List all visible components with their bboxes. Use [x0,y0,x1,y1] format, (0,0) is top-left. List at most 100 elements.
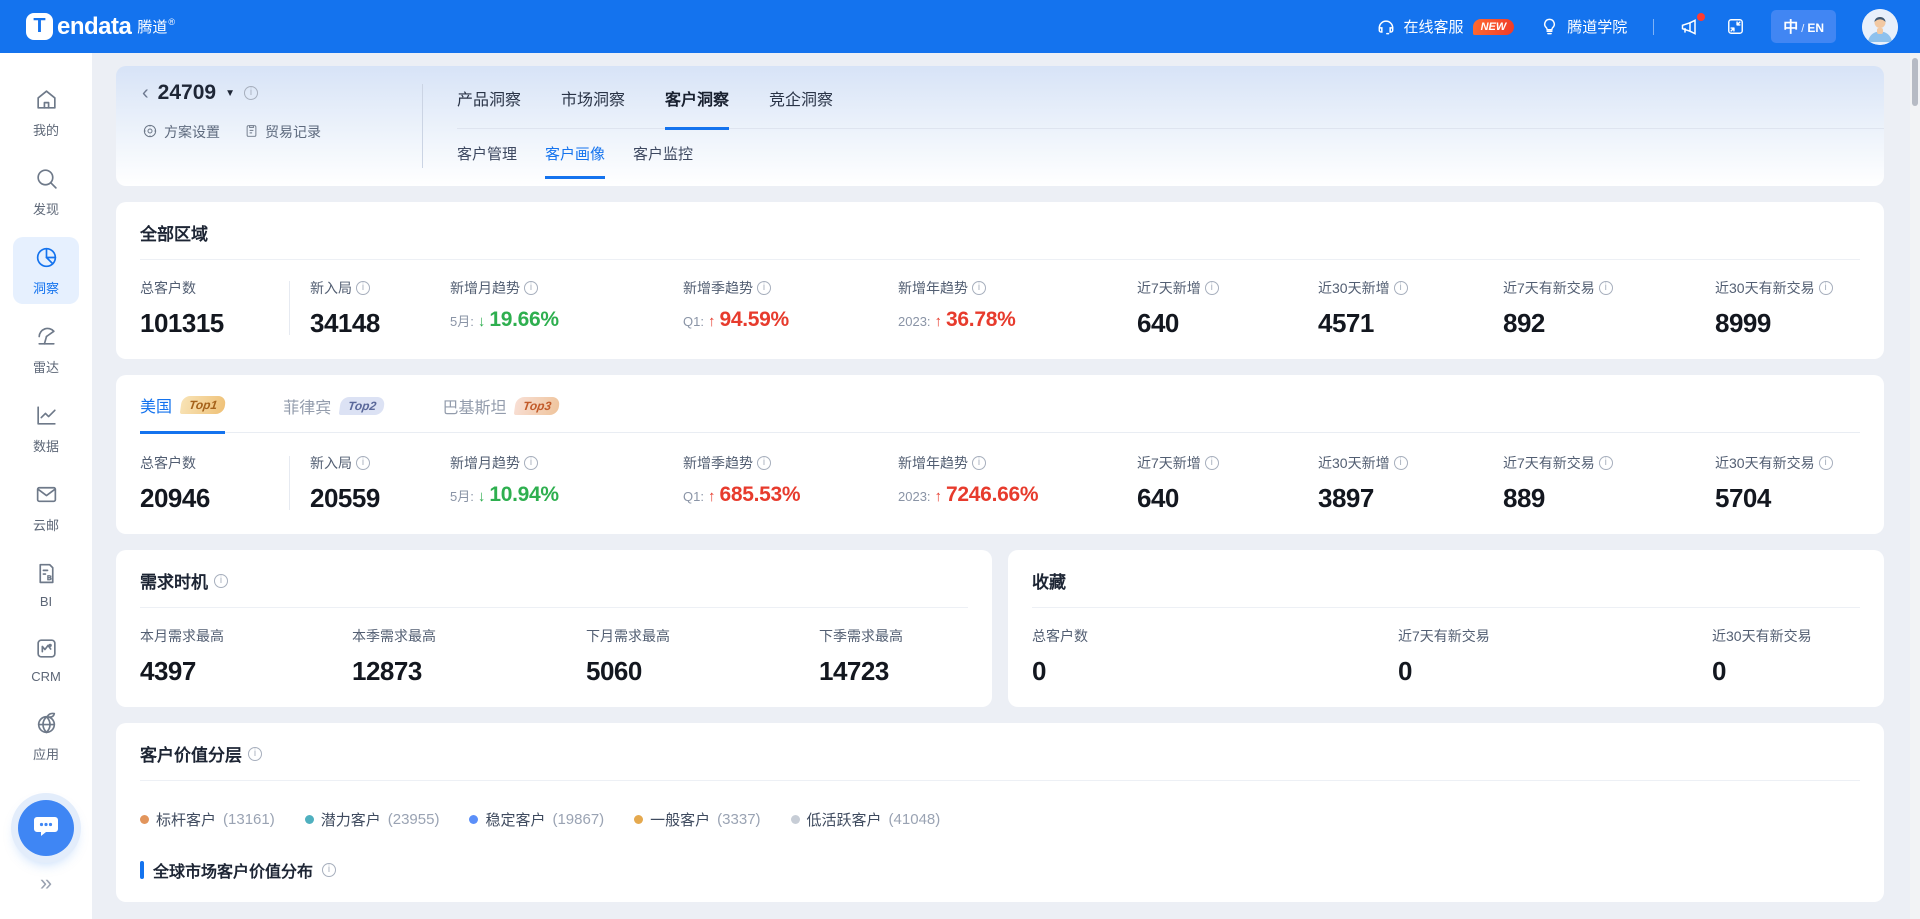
info-icon[interactable] [1394,456,1408,470]
legend-ordinary-customers[interactable]: 一般客户 (3337) [634,809,760,830]
legend-potential-customers[interactable]: 潜力客户 (23955) [305,809,440,830]
tab-market-insight[interactable]: 市场洞察 [561,86,625,128]
sidebar-item-label: 洞察 [33,278,59,297]
scheme-id[interactable]: 24709 [158,81,216,105]
sidebar-item-radar[interactable]: 雷达 [13,316,79,383]
sidebar-item-crm[interactable]: CRM [13,628,79,691]
info-icon[interactable] [757,456,771,470]
info-icon[interactable] [972,281,986,295]
mail-icon [34,482,59,510]
page-scrollbar[interactable] [1910,53,1920,919]
stat-new-entrants: 新入局 34148 [290,278,450,339]
sidebar-item-apps[interactable]: 应用 [13,703,79,770]
chat-bubble-icon [31,811,61,846]
sidebar-item-data[interactable]: 数据 [13,395,79,462]
main-content: ‹ 24709 ▼ 方案设置 贸易记录 [92,53,1910,919]
favorites-stats: 总客户数 0 近7天有新交易 0 近30天有新交易 0 [1032,626,1860,687]
stat-total-customers: 总客户数 101315 [140,278,290,339]
line-chart-icon [34,403,59,431]
tendata-logo[interactable]: T endata 腾道 ® [26,13,175,41]
subtab-customer-monitor[interactable]: 客户监控 [633,143,693,179]
info-icon[interactable] [214,574,228,588]
info-icon[interactable] [524,281,538,295]
legend-low-activity-customers[interactable]: 低活跃客户 (41048) [791,809,941,830]
legend-stable-customers[interactable]: 稳定客户 (19867) [469,809,604,830]
online-service-label: 在线客服 [1404,16,1464,37]
main-tabs: 产品洞察 市场洞察 客户洞察 竞企洞察 [457,66,1884,129]
top2-badge: Top2 [339,397,386,415]
user-avatar[interactable] [1862,9,1898,45]
trade-records-link[interactable]: 贸易记录 [244,122,321,142]
sidebar-item-bi[interactable]: BI BI [13,553,79,616]
info-icon[interactable] [1819,456,1833,470]
stat-fav-total-customers: 总客户数 0 [1032,626,1398,687]
stat-fav-trade-7d: 近7天有新交易 0 [1398,626,1712,687]
academy-link[interactable]: 腾道学院 [1540,16,1627,37]
sidebar-item-insight[interactable]: 洞察 [13,237,79,304]
sidebar-item-mine[interactable]: 我的 [13,79,79,146]
stat-trade-30d: 近30天有新交易 8999 [1715,278,1860,339]
legend-dot [469,815,478,824]
sidebar-item-label: 应用 [33,744,59,763]
info-icon[interactable] [972,456,986,470]
sidebar-item-discover[interactable]: 发现 [13,158,79,225]
tab-competitor-insight[interactable]: 竞企洞察 [769,86,833,128]
online-service-link[interactable]: 在线客服 NEW [1376,16,1515,37]
stat-trade-7d: 近7天有新交易 889 [1503,453,1715,514]
country-tab-pakistan[interactable]: 巴基斯坦 Top3 [442,393,559,432]
info-icon[interactable] [248,747,262,761]
fullscreen-button[interactable] [1726,17,1745,36]
sidebar-collapse-button[interactable]: » [40,872,52,894]
divider [140,780,1860,781]
announcement-button[interactable] [1680,17,1700,37]
legend-dot [634,815,643,824]
info-icon[interactable] [1205,281,1219,295]
info-icon[interactable] [1599,456,1613,470]
subtab-customer-profile[interactable]: 客户画像 [545,143,605,179]
lang-zh: 中 [1783,16,1798,37]
divider [1032,607,1860,608]
stat-demand-this-month: 本月需求最高 4397 [140,626,352,687]
demand-timing-card: 需求时机 本月需求最高 4397 本季需求最高 12873 下月需求最高 506… [116,550,992,707]
customer-value-title: 客户价值分层 [140,741,242,766]
legend-benchmark-customers[interactable]: 标杆客户 (13161) [140,809,275,830]
stat-new-30d: 近30天新增 3897 [1318,453,1503,514]
chevron-down-icon[interactable]: ▼ [225,88,235,99]
info-icon[interactable] [1394,281,1408,295]
headset-icon [1376,17,1396,37]
top-navbar: T endata 腾道 ® 在线客服 NEW 腾道学院 [0,0,1920,53]
stat-new-7d: 近7天新增 640 [1137,278,1318,339]
stat-yearly-trend: 新增年趋势 2023: ↑ 36.78% [898,278,1137,339]
back-button[interactable]: ‹ [142,83,149,103]
globe-leaf-icon [34,711,59,739]
info-icon[interactable] [322,863,336,877]
demand-stats: 本月需求最高 4397 本季需求最高 12873 下月需求最高 5060 下季需… [140,626,968,687]
value-legend: 标杆客户 (13161) 潜力客户 (23955) 稳定客户 (19867) 一… [140,809,1860,830]
top1-badge: Top1 [180,396,227,414]
sidebar-item-cloudmail[interactable]: 云邮 [13,474,79,541]
country-tab-usa[interactable]: 美国 Top1 [140,393,225,434]
top-country-card: 美国 Top1 菲律宾 Top2 巴基斯坦 Top3 总客户数 20946 新入… [116,375,1884,534]
customer-value-card: 客户价值分层 标杆客户 (13161) 潜力客户 (23955) 稳定客户 (1… [116,723,1884,902]
language-toggle[interactable]: 中 / EN [1771,10,1836,43]
tab-product-insight[interactable]: 产品洞察 [457,86,521,128]
stat-monthly-trend: 新增月趋势 5月: ↓ 10.94% [450,453,683,514]
chat-support-button[interactable] [18,800,74,856]
info-icon[interactable] [524,456,538,470]
info-icon[interactable] [1599,281,1613,295]
subtab-customer-management[interactable]: 客户管理 [457,143,517,179]
info-icon[interactable] [356,281,370,295]
tabs-block: 产品洞察 市场洞察 客户洞察 竞企洞察 客户管理 客户画像 客户监控 [423,66,1884,186]
scheme-settings-link[interactable]: 方案设置 [142,122,220,142]
info-icon[interactable] [356,456,370,470]
scrollbar-thumb[interactable] [1912,58,1918,106]
country-tab-philippines[interactable]: 菲律宾 Top2 [283,393,384,432]
info-icon[interactable] [1819,281,1833,295]
arrow-down-icon: ↓ [478,488,486,505]
favorites-card: 收藏 总客户数 0 近7天有新交易 0 近30天有新交易 0 [1008,550,1884,707]
info-icon[interactable] [757,281,771,295]
tab-customer-insight[interactable]: 客户洞察 [665,86,729,130]
scheme-info-icon[interactable] [244,86,258,100]
stat-demand-this-quarter: 本季需求最高 12873 [352,626,586,687]
info-icon[interactable] [1205,456,1219,470]
